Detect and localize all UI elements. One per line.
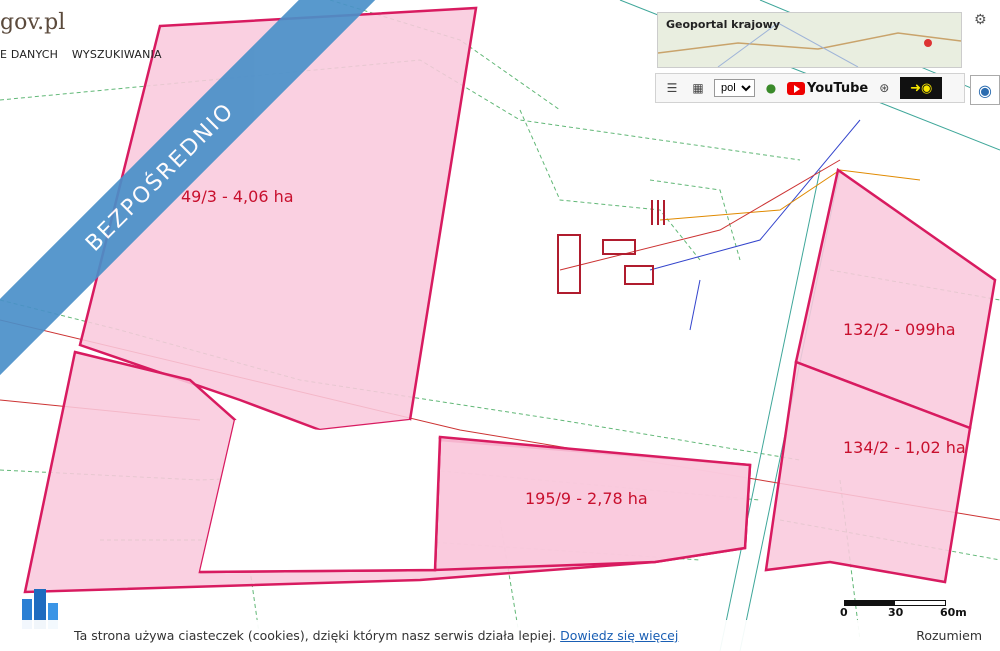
parcel-label-132-2: 132/2 - 099ha xyxy=(843,320,956,339)
list-icon[interactable]: ☰ xyxy=(662,79,682,97)
site-title[interactable]: gov.pl xyxy=(0,10,65,35)
help-icon[interactable]: ● xyxy=(761,79,781,97)
youtube-icon xyxy=(787,81,805,95)
wheel-icon[interactable]: ⊛ xyxy=(874,79,894,97)
scale-label-30: 30 xyxy=(888,606,904,619)
youtube-label: YouTube xyxy=(807,80,869,96)
eye-icon[interactable]: ➜◉ xyxy=(900,77,943,99)
parcel-label-195-9: 195/9 - 2,78 ha xyxy=(525,489,648,508)
gear-icon[interactable]: ⚙ xyxy=(974,12,987,28)
nav-item-data[interactable]: E DANYCH xyxy=(0,48,58,61)
language-select[interactable]: pol xyxy=(714,79,755,97)
nav-item-search[interactable]: WYSZUKIWANIA xyxy=(72,48,162,61)
parcel-label-134-2: 134/2 - 1,02 ha xyxy=(843,438,966,457)
visibility-eye-icon[interactable]: ◉ xyxy=(970,75,1000,105)
cookie-more-link[interactable]: Dowiedz się więcej xyxy=(560,628,678,643)
cookie-text: Ta strona używa ciasteczek (cookies), dz… xyxy=(74,628,557,643)
scale-label-0: 0 xyxy=(840,606,848,619)
cookie-banner: Ta strona używa ciasteczek (cookies), dz… xyxy=(0,620,1000,651)
geoportal-title: Geoportal krajowy xyxy=(666,18,781,31)
cookie-message: Ta strona używa ciasteczek (cookies), dz… xyxy=(74,628,678,643)
top-nav: E DANYCH WYSZUKIWANIA xyxy=(0,48,172,61)
scale-bar: 0 30 60m xyxy=(838,596,968,622)
scale-label-60m: 60m xyxy=(940,606,967,619)
wms-icon[interactable]: ▦ xyxy=(688,79,708,97)
parcel-label-49-3: 49/3 - 4,06 ha xyxy=(181,187,294,206)
map-toolbar: ☰ ▦ pol ● YouTube ⊛ ➜◉ xyxy=(655,73,965,103)
youtube-button[interactable]: YouTube xyxy=(787,81,868,96)
cookie-accept-button[interactable]: Rozumiem xyxy=(916,628,982,643)
geoportal-overview-map[interactable]: Geoportal krajowy xyxy=(657,12,962,68)
